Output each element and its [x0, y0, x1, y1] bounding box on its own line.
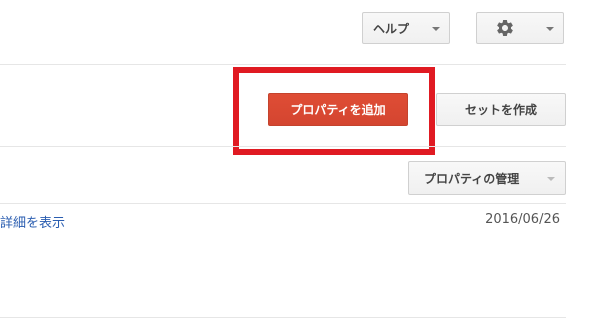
help-dropdown-button[interactable]: ヘルプ: [362, 12, 450, 44]
divider: [0, 203, 566, 204]
show-details-link[interactable]: 詳細を表示: [0, 212, 65, 231]
date-text: 2016/06/26: [485, 212, 560, 227]
divider: [0, 64, 566, 65]
chevron-down-icon: [547, 177, 555, 181]
gear-icon: [497, 19, 513, 36]
divider: [0, 317, 566, 318]
page: ヘルプ プロパティを追加 セットを作成 プロパティの管理 詳細を表示 2016/…: [0, 0, 600, 332]
manage-properties-dropdown[interactable]: プロパティの管理: [408, 161, 566, 195]
divider: [0, 146, 566, 147]
chevron-down-icon: [432, 27, 440, 31]
create-set-button[interactable]: セットを作成: [436, 93, 566, 126]
create-set-label: セットを作成: [464, 103, 537, 117]
settings-dropdown-button[interactable]: [476, 12, 564, 44]
chevron-down-icon: [546, 27, 554, 31]
manage-properties-label: プロパティの管理: [424, 171, 520, 186]
highlight-annotation: [233, 67, 435, 155]
help-label: ヘルプ: [373, 21, 410, 36]
